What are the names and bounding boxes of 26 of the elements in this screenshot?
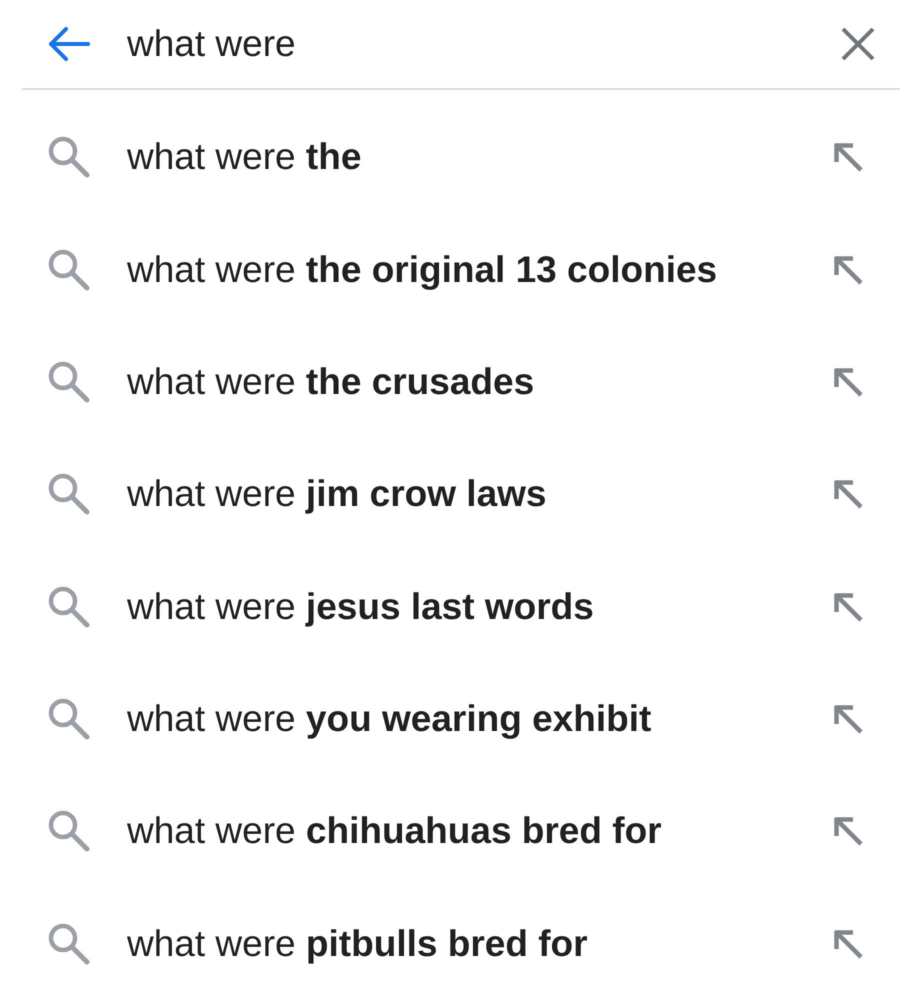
suggestion-link[interactable]: what were jim crow laws xyxy=(127,473,833,516)
arrow-up-left-icon[interactable] xyxy=(833,592,863,622)
arrow-up-left-icon[interactable] xyxy=(833,254,863,285)
suggestion-link[interactable]: what were chihuahuas bred for xyxy=(127,810,833,852)
arrow-up-left-icon[interactable] xyxy=(833,816,863,846)
search-icon xyxy=(48,360,90,403)
suggestion-link[interactable]: what were the xyxy=(127,136,833,178)
search-icon xyxy=(48,248,90,291)
arrow-up-left-icon[interactable] xyxy=(833,366,863,397)
arrow-up-left-icon[interactable] xyxy=(833,479,863,510)
arrow-up-left-icon[interactable] xyxy=(833,704,863,734)
search-icon xyxy=(48,922,90,965)
search-icon xyxy=(48,136,90,178)
search-icon xyxy=(48,698,90,740)
search-icon xyxy=(48,810,90,852)
suggestion-link[interactable]: what were pitbulls bred for xyxy=(127,922,833,965)
search-icon xyxy=(48,586,90,628)
search-icon xyxy=(48,473,90,516)
suggestion-link[interactable]: what were jesus last words xyxy=(127,586,833,628)
arrow-up-left-icon[interactable] xyxy=(833,928,863,959)
suggestion-link[interactable]: what were you wearing exhibit xyxy=(127,698,833,740)
arrow-up-left-icon[interactable] xyxy=(833,142,863,172)
back-arrow-icon[interactable] xyxy=(48,27,90,61)
suggestion-link[interactable]: what were the original 13 colonies xyxy=(127,248,833,291)
close-icon[interactable] xyxy=(841,27,875,61)
suggestion-link[interactable]: what were the crusades xyxy=(127,360,833,403)
